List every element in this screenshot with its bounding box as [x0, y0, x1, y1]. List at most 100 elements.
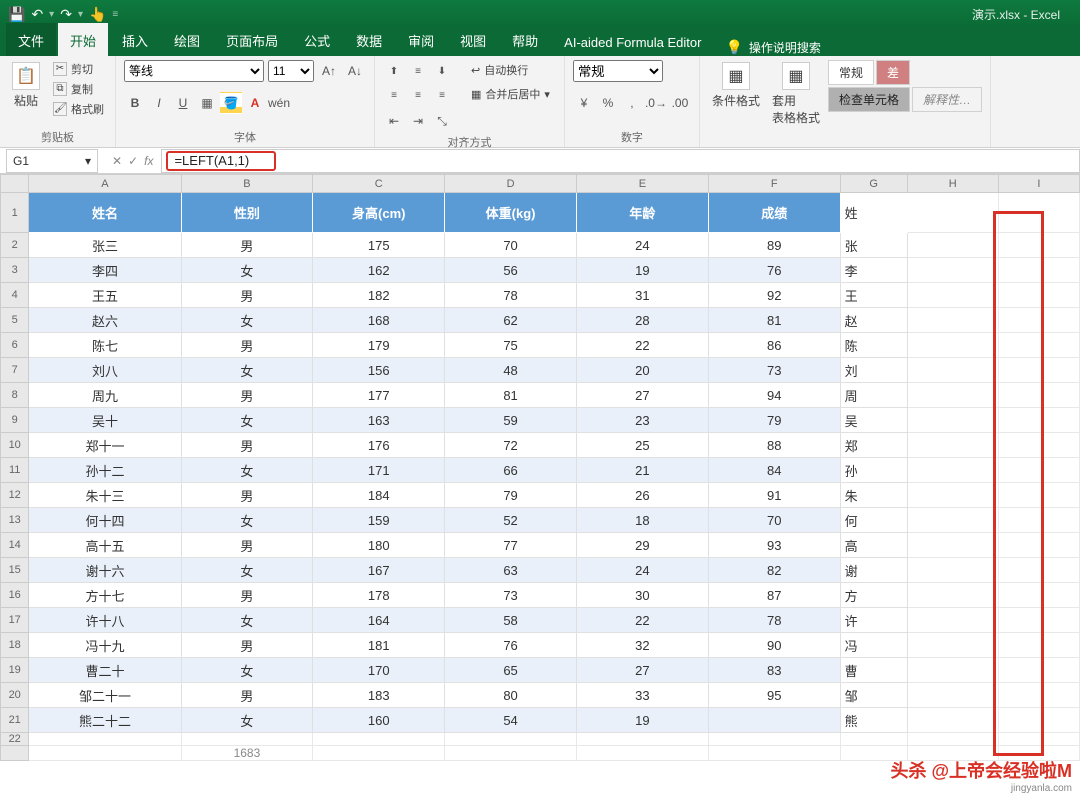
- cell-g[interactable]: 熊: [840, 708, 907, 733]
- cell[interactable]: 58: [445, 608, 577, 633]
- tab-insert[interactable]: 插入: [110, 23, 160, 56]
- cell-g[interactable]: 许: [840, 608, 907, 633]
- italic-button[interactable]: I: [148, 92, 170, 114]
- cell[interactable]: 73: [445, 583, 577, 608]
- tab-formulas[interactable]: 公式: [292, 23, 342, 56]
- cell-g[interactable]: 李: [840, 258, 907, 283]
- redo-dropdown-icon[interactable]: ▾: [78, 9, 83, 20]
- row-header-8[interactable]: 8: [1, 383, 29, 408]
- cell-g[interactable]: 王: [840, 283, 907, 308]
- row-header-4[interactable]: 4: [1, 283, 29, 308]
- cell[interactable]: 24: [576, 558, 708, 583]
- row-header-5[interactable]: 5: [1, 308, 29, 333]
- table-header[interactable]: 体重(kg): [445, 193, 577, 233]
- row-header-13[interactable]: 13: [1, 508, 29, 533]
- cell[interactable]: 31: [576, 283, 708, 308]
- cell[interactable]: 48: [445, 358, 577, 383]
- decrease-decimal-icon[interactable]: .00: [669, 92, 691, 114]
- row-header-7[interactable]: 7: [1, 358, 29, 383]
- undo-dropdown-icon[interactable]: ▾: [49, 9, 54, 20]
- save-icon[interactable]: 💾: [8, 6, 25, 23]
- cell[interactable]: 164: [313, 608, 445, 633]
- paste-button[interactable]: 📋 粘贴: [8, 60, 44, 111]
- row-header-20[interactable]: 20: [1, 683, 29, 708]
- cell[interactable]: 175: [313, 233, 445, 258]
- cell[interactable]: 66: [445, 458, 577, 483]
- tab-review[interactable]: 审阅: [396, 23, 446, 56]
- table-header[interactable]: 年龄: [576, 193, 708, 233]
- cell[interactable]: 181: [313, 633, 445, 658]
- cell[interactable]: 159: [313, 508, 445, 533]
- cell[interactable]: 178: [313, 583, 445, 608]
- cell-g1[interactable]: 姓: [840, 193, 907, 233]
- cell[interactable]: 女: [181, 608, 313, 633]
- cell[interactable]: 周九: [29, 383, 181, 408]
- cell-g[interactable]: 曹: [840, 658, 907, 683]
- row-header-22[interactable]: 22: [1, 733, 29, 746]
- cell[interactable]: 赵六: [29, 308, 181, 333]
- align-top-icon[interactable]: ⬆: [383, 60, 405, 82]
- cell[interactable]: 77: [445, 533, 577, 558]
- comma-icon[interactable]: ,: [621, 92, 643, 114]
- cell[interactable]: 80: [445, 683, 577, 708]
- tab-draw[interactable]: 绘图: [162, 23, 212, 56]
- cell[interactable]: 72: [445, 433, 577, 458]
- cell-g[interactable]: 朱: [840, 483, 907, 508]
- cell[interactable]: 男: [181, 483, 313, 508]
- decrease-font-icon[interactable]: A↓: [344, 60, 366, 82]
- cell[interactable]: 24: [576, 233, 708, 258]
- cell[interactable]: 171: [313, 458, 445, 483]
- row-header-14[interactable]: 14: [1, 533, 29, 558]
- cell[interactable]: 176: [313, 433, 445, 458]
- cell[interactable]: 男: [181, 333, 313, 358]
- cell[interactable]: 177: [313, 383, 445, 408]
- qat-customize-icon[interactable]: ≡: [112, 9, 118, 20]
- font-color-button[interactable]: A: [244, 92, 266, 114]
- cell-g[interactable]: 邹: [840, 683, 907, 708]
- cell[interactable]: 王五: [29, 283, 181, 308]
- name-box[interactable]: G1▾: [6, 149, 98, 173]
- cell[interactable]: 33: [576, 683, 708, 708]
- col-header-G[interactable]: G: [840, 175, 907, 193]
- underline-button[interactable]: U: [172, 92, 194, 114]
- col-header-I[interactable]: I: [998, 175, 1079, 193]
- format-table-button[interactable]: ▦套用 表格格式: [768, 60, 824, 128]
- cell[interactable]: 刘八: [29, 358, 181, 383]
- cell[interactable]: 32: [576, 633, 708, 658]
- tab-ai[interactable]: AI-aided Formula Editor: [552, 27, 713, 56]
- cell[interactable]: 22: [576, 333, 708, 358]
- col-header-F[interactable]: F: [708, 175, 840, 193]
- cell[interactable]: 吴十: [29, 408, 181, 433]
- cell[interactable]: 73: [708, 358, 840, 383]
- table-header[interactable]: 身高(cm): [313, 193, 445, 233]
- cell[interactable]: 62: [445, 308, 577, 333]
- cell[interactable]: 93: [708, 533, 840, 558]
- row-header-6[interactable]: 6: [1, 333, 29, 358]
- cell[interactable]: 76: [708, 258, 840, 283]
- formula-input[interactable]: =LEFT(A1,1): [161, 149, 1080, 173]
- cell[interactable]: 孙十二: [29, 458, 181, 483]
- cell[interactable]: 168: [313, 308, 445, 333]
- style-normal[interactable]: 常规: [828, 60, 874, 85]
- cell[interactable]: 女: [181, 408, 313, 433]
- cell-g[interactable]: 张: [840, 233, 907, 258]
- decrease-indent-icon[interactable]: ⇤: [383, 110, 405, 132]
- percent-icon[interactable]: %: [597, 92, 619, 114]
- cell[interactable]: 88: [708, 433, 840, 458]
- style-bad[interactable]: 差: [876, 60, 910, 85]
- cell[interactable]: 女: [181, 658, 313, 683]
- col-header-D[interactable]: D: [445, 175, 577, 193]
- cell[interactable]: 男: [181, 433, 313, 458]
- cell[interactable]: 91: [708, 483, 840, 508]
- cell[interactable]: 82: [708, 558, 840, 583]
- cell[interactable]: 女: [181, 558, 313, 583]
- touch-mode-icon[interactable]: 👆: [89, 6, 106, 23]
- number-format-select[interactable]: 常规: [573, 60, 663, 82]
- align-center-icon[interactable]: ≡: [407, 84, 429, 106]
- cell[interactable]: 52: [445, 508, 577, 533]
- col-header-A[interactable]: A: [29, 175, 181, 193]
- cell[interactable]: 19: [576, 708, 708, 733]
- cell[interactable]: 20: [576, 358, 708, 383]
- table-header[interactable]: 成绩: [708, 193, 840, 233]
- row-header-10[interactable]: 10: [1, 433, 29, 458]
